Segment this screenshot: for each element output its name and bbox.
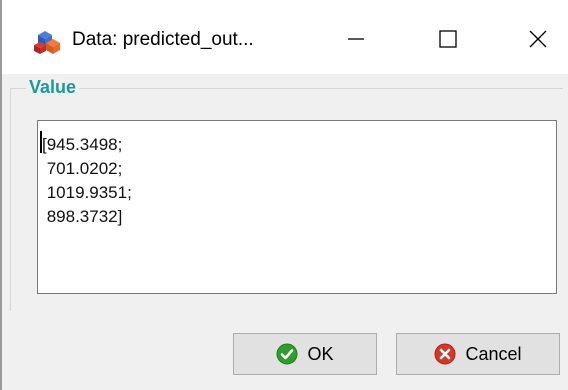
app-cubes-icon <box>34 31 60 54</box>
close-icon <box>529 30 547 48</box>
ok-button[interactable]: OK <box>233 333 377 375</box>
value-textarea[interactable]: [945.3498; 701.0202; 1019.9351; 898.3732… <box>37 120 557 294</box>
check-icon <box>276 343 298 365</box>
text-caret <box>40 131 42 153</box>
maximize-button[interactable] <box>416 14 480 64</box>
title-bar[interactable]: Data: predicted_out... <box>2 0 568 74</box>
minimize-button[interactable] <box>324 14 388 64</box>
maximize-icon <box>439 30 457 48</box>
value-line: 898.3732] <box>42 207 123 226</box>
minimize-icon <box>348 38 364 40</box>
window-title: Data: predicted_out... <box>72 29 254 50</box>
cancel-button-label: Cancel <box>465 343 522 364</box>
value-line: [945.3498; <box>42 135 123 154</box>
cancel-icon <box>434 343 456 365</box>
value-group-label: Value <box>26 77 80 98</box>
close-button[interactable] <box>506 14 568 64</box>
cancel-button[interactable]: Cancel <box>396 333 560 375</box>
data-dialog-window: Data: predicted_out... Value [945.3498; … <box>0 0 568 390</box>
value-line: 1019.9351; <box>42 183 132 202</box>
value-line: 701.0202; <box>42 159 123 178</box>
ok-button-label: OK <box>307 343 334 364</box>
